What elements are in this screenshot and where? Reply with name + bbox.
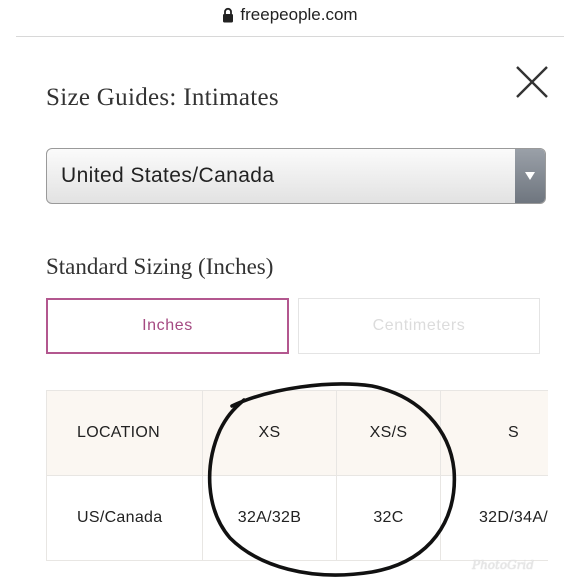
section-title: Standard Sizing (Inches): [46, 254, 274, 279]
modal-title: Size Guides: Intimates: [46, 84, 279, 111]
region-select[interactable]: United States/Canada: [46, 148, 546, 204]
close-icon[interactable]: [514, 64, 550, 100]
table-header-row: LOCATION XS XS/S S: [46, 390, 548, 476]
header-cell-xs-s: XS/S: [336, 390, 441, 476]
header-cell-xs: XS: [202, 390, 337, 476]
header-cell-location: LOCATION: [46, 390, 203, 476]
triangle-down-icon: [525, 172, 535, 180]
table-cell-xs: 32A/32B: [202, 475, 337, 561]
address-bar-divider: [16, 36, 564, 37]
select-arrow-button[interactable]: [515, 149, 545, 203]
browser-address-bar[interactable]: freepeople.com: [0, 0, 580, 30]
size-table: LOCATION XS XS/S S US/Canada 32A/32B 32C…: [46, 390, 548, 566]
header-cell-s: S: [440, 390, 548, 476]
table-cell-s: 32D/34A/: [440, 475, 548, 561]
photogrid-watermark: PhotoGrid: [472, 558, 534, 572]
tab-centimeters[interactable]: Centimeters: [298, 298, 540, 354]
table-row: US/Canada 32A/32B 32C 32D/34A/: [46, 475, 548, 561]
browser-url[interactable]: freepeople.com: [240, 5, 357, 25]
tab-inches[interactable]: Inches: [46, 298, 289, 354]
table-cell-xs-s: 32C: [336, 475, 441, 561]
table-cell-location: US/Canada: [46, 475, 203, 561]
region-select-value: United States/Canada: [61, 164, 275, 187]
lock-icon: [223, 7, 234, 23]
